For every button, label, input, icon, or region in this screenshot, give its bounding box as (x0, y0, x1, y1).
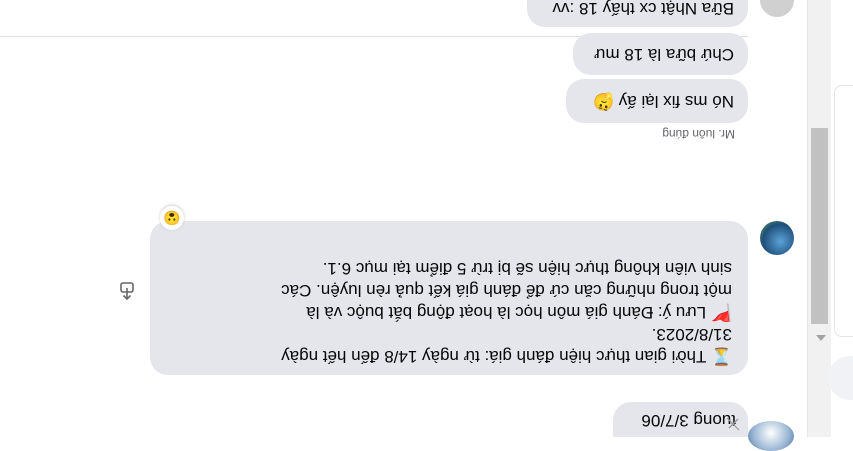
message-bubble[interactable]: Nó ms fix lại ấy 🤔 (566, 79, 748, 123)
scrollbar-thumb[interactable] (811, 128, 828, 324)
pencil-icon (726, 417, 740, 431)
message-text: Nó ms fix lại ấy 🤔 (592, 92, 734, 111)
message-bubble[interactable]: Chứ bữa là 18 mư (573, 33, 748, 75)
avatar[interactable] (748, 421, 794, 451)
announcement-line: 🚩 Lưu ý: Đánh giá môn học là hoạt động b… (306, 303, 732, 322)
side-panel-element (834, 85, 853, 337)
announcement-bubble[interactable]: ⌛ Thời gian thực hiện đánh giá: từ ngày … (150, 221, 748, 375)
sender-name: Mr. luôn đúng (662, 127, 735, 141)
forward-icon[interactable] (118, 279, 136, 301)
message-bubble[interactable]: Bữa Nhật cx thấy 18 :vv (527, 0, 748, 27)
announcement-line: một trong những căn cứ để đánh giá kết q… (281, 281, 732, 300)
avatar[interactable] (760, 0, 794, 17)
reaction-badge[interactable]: 😮 (160, 206, 184, 230)
avatar[interactable] (760, 221, 794, 255)
announcement-line: 31/8/2023. (651, 325, 732, 344)
message-text: tuong 3/7/06 (641, 411, 736, 430)
chat-view: tuong 3/7/06 ⌛ Thời gian thực hiện đánh … (0, 0, 853, 451)
announcement-line: ⌛ Thời gian thực hiện đánh giá: từ ngày … (281, 347, 732, 366)
message-text: Chứ bữa là 18 mư (594, 45, 734, 64)
scrollbar[interactable] (808, 0, 831, 437)
message-text: Bữa Nhật cx thấy 18 :vv (552, 0, 734, 18)
announcement-line: sinh viên không thực hiện sẽ bị trừ 5 đi… (322, 259, 732, 278)
reaction-emoji: 😮 (163, 210, 181, 226)
scroll-up-arrow[interactable] (816, 335, 826, 341)
